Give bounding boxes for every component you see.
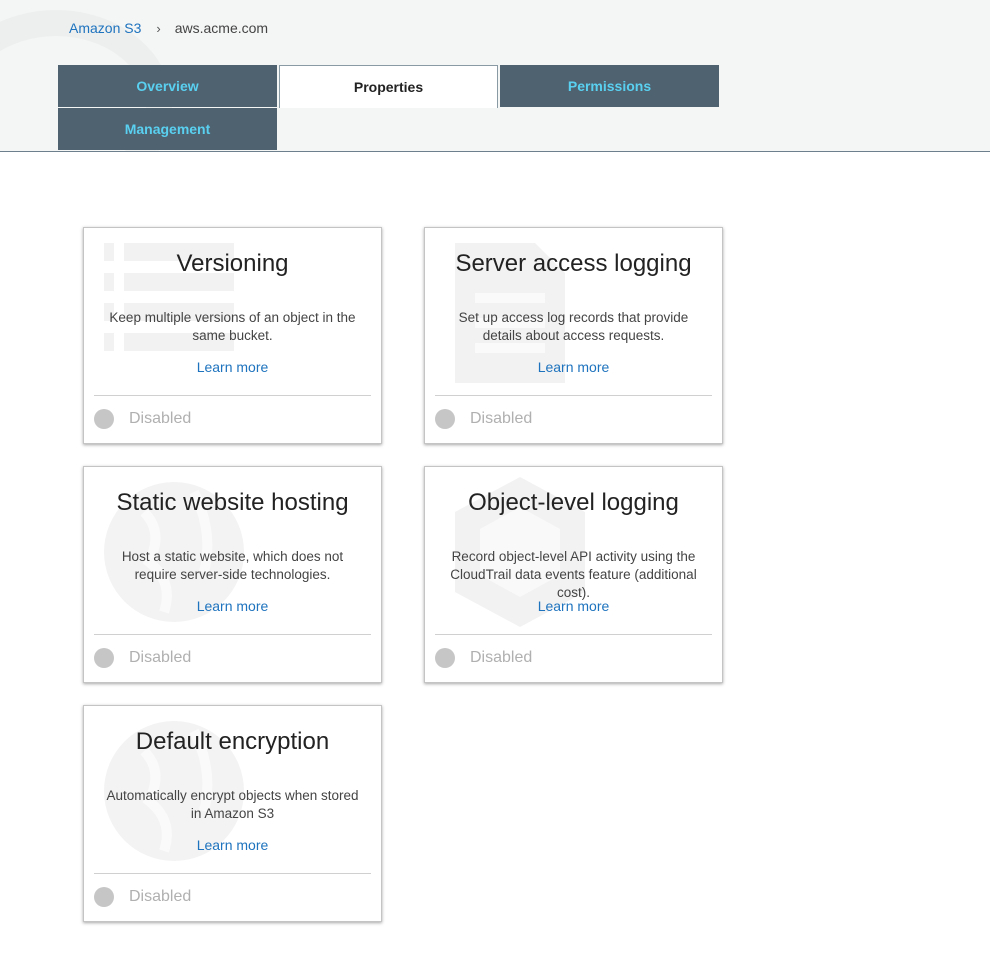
- card-description: Host a static website, which does not re…: [121, 549, 344, 582]
- learn-more-link[interactable]: Learn more: [84, 598, 381, 614]
- server-access-logging-card[interactable]: Server access logging Set up access log …: [424, 227, 723, 444]
- tab-management[interactable]: Management: [58, 108, 277, 150]
- status-dot-icon: [435, 409, 455, 429]
- status-indicator: Disabled: [435, 409, 532, 429]
- status-label: Disabled: [129, 888, 192, 905]
- card-description: Keep multiple versions of an object in t…: [109, 310, 356, 343]
- status-label: Disabled: [470, 410, 533, 427]
- status-indicator: Disabled: [94, 409, 191, 429]
- tab-permissions[interactable]: Permissions: [500, 65, 719, 107]
- card-title: Object-level logging: [468, 489, 679, 516]
- tab-overview[interactable]: Overview: [58, 65, 277, 107]
- status-indicator: Disabled: [94, 887, 191, 907]
- object-level-logging-card[interactable]: Object-level logging Record object-level…: [424, 466, 723, 683]
- card-divider: [94, 634, 371, 635]
- breadcrumb-amazon-s3-link[interactable]: Amazon S3: [69, 20, 141, 36]
- card-title: Static website hosting: [116, 489, 349, 516]
- learn-more-link[interactable]: Learn more: [425, 598, 722, 614]
- learn-more-link[interactable]: Learn more: [84, 837, 381, 853]
- learn-more-link[interactable]: Learn more: [84, 359, 381, 375]
- status-label: Disabled: [129, 649, 192, 666]
- page-header: Amazon S3 › aws.acme.com Overview Proper…: [0, 0, 990, 152]
- card-divider: [435, 395, 712, 396]
- card-description: Automatically encrypt objects when store…: [106, 788, 359, 821]
- card-title: Versioning: [176, 250, 289, 277]
- learn-more-link[interactable]: Learn more: [425, 359, 722, 375]
- status-indicator: Disabled: [94, 648, 191, 668]
- versioning-card[interactable]: Versioning Keep multiple versions of an …: [83, 227, 382, 444]
- status-dot-icon: [94, 648, 114, 668]
- chevron-right-icon: ›: [156, 20, 161, 36]
- card-description: Record object-level API activity using t…: [450, 549, 697, 600]
- card-title: Default encryption: [135, 728, 330, 755]
- tab-properties[interactable]: Properties: [279, 65, 498, 108]
- status-label: Disabled: [129, 410, 192, 427]
- status-dot-icon: [435, 648, 455, 668]
- card-divider: [94, 395, 371, 396]
- status-label: Disabled: [470, 649, 533, 666]
- card-description: Set up access log records that provide d…: [458, 310, 689, 343]
- breadcrumb: Amazon S3 › aws.acme.com: [69, 20, 268, 36]
- status-indicator: Disabled: [435, 648, 532, 668]
- card-divider: [94, 873, 371, 874]
- default-encryption-card[interactable]: Default encryption Automatically encrypt…: [83, 705, 382, 922]
- status-dot-icon: [94, 887, 114, 907]
- breadcrumb-bucket-name: aws.acme.com: [174, 20, 269, 36]
- static-website-hosting-card[interactable]: Static website hosting Host a static web…: [83, 466, 382, 683]
- card-title: Server access logging: [455, 250, 692, 277]
- card-divider: [435, 634, 712, 635]
- status-dot-icon: [94, 409, 114, 429]
